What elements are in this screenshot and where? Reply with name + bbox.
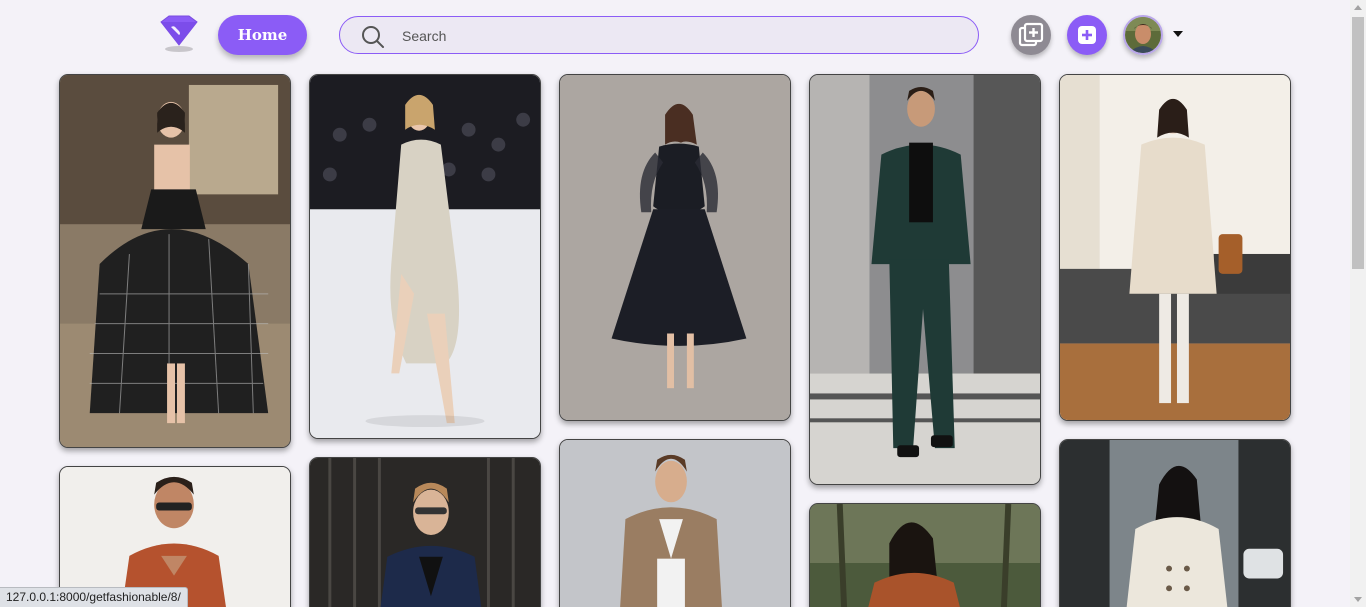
pin-cream-coat-woman[interactable]	[559, 74, 791, 421]
fashion-photo	[310, 458, 540, 607]
top-navbar: Home	[0, 0, 1350, 70]
vertical-scrollbar[interactable]	[1350, 0, 1366, 607]
pin-black-checkered-gown[interactable]	[59, 74, 291, 448]
add-collection-icon	[1018, 22, 1044, 47]
user-avatar[interactable]	[1123, 15, 1163, 55]
add-collection-button[interactable]	[1011, 15, 1051, 55]
fashion-photo	[560, 75, 790, 420]
pin-silver-slip-dress-runway[interactable]	[59, 466, 291, 607]
link-status-bar: 127.0.0.1:8000/getfashionable/8/	[0, 587, 188, 607]
pin-green-suit-man[interactable]	[309, 457, 541, 607]
fashion-photo	[560, 440, 790, 607]
fashion-photo	[310, 75, 540, 438]
scroll-down-arrow-icon[interactable]	[1354, 597, 1362, 602]
scroll-up-arrow-icon[interactable]	[1354, 5, 1362, 10]
caret-down-icon[interactable]	[1173, 31, 1183, 37]
pin-beige-double-breasted-blazer[interactable]	[809, 503, 1041, 607]
pin-brown-turtleneck-woman[interactable]	[1059, 74, 1291, 421]
fashion-photo	[60, 467, 290, 607]
create-pin-button[interactable]	[1067, 15, 1107, 55]
pin-navy-pinstripe-suit[interactable]	[809, 74, 1041, 485]
add-pin-icon	[1078, 26, 1096, 44]
diamond-logo-icon[interactable]	[157, 15, 201, 53]
fashion-photo	[810, 75, 1040, 484]
pin-white-wool-coat-woman[interactable]	[1059, 439, 1291, 607]
pin-rust-shirt-man[interactable]	[559, 439, 791, 607]
fashion-photo	[1060, 440, 1290, 607]
fashion-photo	[810, 504, 1040, 607]
search-input[interactable]	[402, 23, 962, 49]
pin-black-tulle-midi-dress[interactable]	[309, 74, 541, 439]
search-icon	[362, 26, 384, 48]
home-button[interactable]: Home	[218, 15, 307, 55]
fashion-photo	[60, 75, 290, 447]
fashion-photo	[1060, 75, 1290, 420]
scrollbar-thumb[interactable]	[1352, 17, 1364, 269]
search-bar[interactable]	[339, 16, 979, 54]
